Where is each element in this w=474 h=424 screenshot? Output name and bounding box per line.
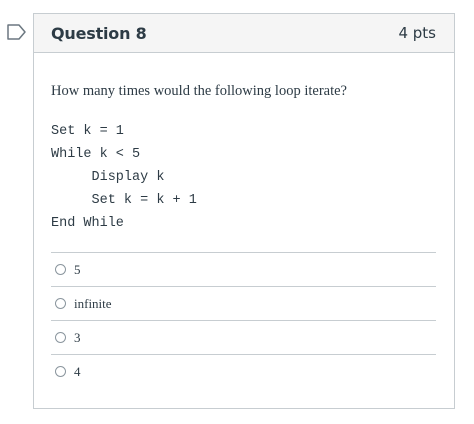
answer-label: infinite <box>74 295 112 311</box>
code-line: While k < 5 <box>51 147 141 162</box>
answer-option-3[interactable]: 3 <box>51 321 436 355</box>
radio-button[interactable] <box>55 298 66 309</box>
radio-button[interactable] <box>55 264 66 275</box>
code-line: Set k = 1 <box>51 124 124 139</box>
answer-label: 5 <box>74 261 81 277</box>
code-line: End While <box>51 216 124 231</box>
radio-button[interactable] <box>55 366 66 377</box>
question-points: 4 pts <box>398 24 436 42</box>
answer-label: 3 <box>74 329 81 345</box>
question-header: Question 8 4 pts <box>34 14 454 53</box>
answer-option-4[interactable]: 4 <box>51 355 436 388</box>
code-line: Set k = k + 1 <box>51 193 197 208</box>
answer-option-infinite[interactable]: infinite <box>51 287 436 321</box>
code-line: Display k <box>51 170 165 185</box>
radio-button[interactable] <box>55 332 66 343</box>
question-title: Question 8 <box>51 23 147 43</box>
answer-option-5[interactable]: 5 <box>51 253 436 287</box>
answer-label: 4 <box>74 363 81 379</box>
question-card: Question 8 4 pts How many times would th… <box>33 13 455 409</box>
answer-list: 5 infinite 3 4 <box>51 252 436 388</box>
question-prompt: How many times would the following loop … <box>51 83 347 99</box>
code-block: Set k = 1 While k < 5 Display k Set k = … <box>51 120 436 235</box>
flag-question-icon[interactable] <box>7 24 27 40</box>
question-body: How many times would the following loop … <box>34 82 454 388</box>
